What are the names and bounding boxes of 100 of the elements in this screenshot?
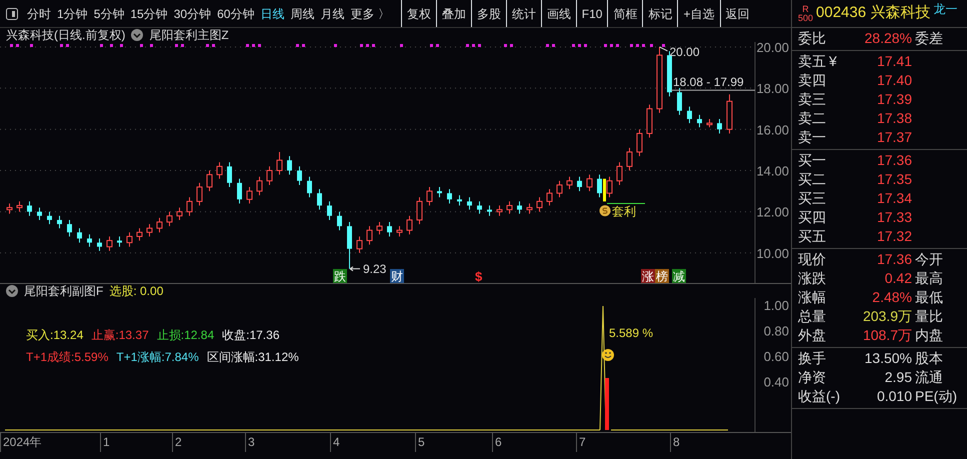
candlestick [337, 211, 342, 231]
dollar-mark: $ [475, 269, 482, 283]
candlestick [416, 196, 422, 225]
signal-line [606, 203, 646, 204]
period-tab[interactable]: 30分钟 [170, 4, 214, 22]
candlestick [297, 166, 302, 186]
panel-toggle-icon[interactable] [6, 8, 18, 20]
toolbar-button[interactable]: 叠加 [436, 0, 471, 27]
toolbar-button[interactable]: 返回 [720, 0, 754, 27]
period-tab[interactable]: 1分钟 [54, 4, 91, 22]
toolbar-button[interactable]: 标记 [642, 0, 678, 27]
chart-title: 兴森科技(日线.前复权) [6, 28, 126, 42]
indicator-name: 尾阳套利主图Z [149, 28, 229, 42]
candlestick [166, 211, 172, 227]
spike-label: 5.589 % [609, 326, 654, 340]
quote-value: 203.9万 [862, 307, 912, 326]
quote-label: 今开 [915, 251, 943, 267]
quote-value: 2.48% [871, 288, 912, 307]
period-tab[interactable]: 月线 [317, 4, 348, 22]
candlestick [156, 217, 162, 233]
toolbar-button[interactable]: 简框 [607, 0, 642, 27]
candlestick [87, 234, 92, 248]
rank-label: R [801, 4, 810, 14]
quote-label: 买一 [798, 152, 826, 168]
candlestick [437, 186, 442, 198]
axis-label: 10.00 [756, 246, 789, 261]
period-tab[interactable]: 分时 [24, 4, 54, 22]
axis-label: 2 [175, 435, 182, 449]
quote-label: 委比 [798, 30, 826, 46]
period-tab[interactable]: 周线 [287, 4, 318, 22]
axis-label: 16.00 [756, 122, 789, 138]
event-tag: 榜 [655, 269, 669, 283]
quote-label: 股本 [915, 350, 943, 366]
toolbar-button[interactable]: F10 [576, 0, 608, 27]
candlestick [687, 106, 692, 124]
low-price-label: 9.23 [350, 262, 386, 276]
candlestick [196, 182, 202, 206]
period-tab[interactable]: 15分钟 [127, 4, 171, 22]
candlestick [276, 151, 282, 176]
candlestick [396, 226, 402, 237]
quote-label: 最高 [915, 270, 943, 286]
quote-value: 17.32 [876, 227, 912, 246]
toolbar-button[interactable]: +自选 [677, 0, 720, 27]
quote-label: 现价 [798, 251, 826, 267]
candlestick [227, 162, 232, 188]
axis-label: 4 [333, 435, 340, 449]
axis-label: 20.00 [756, 42, 789, 55]
event-tag: 涨 [641, 269, 655, 283]
period-tab[interactable]: 日线 [257, 4, 288, 22]
rank-label: 500 [798, 14, 814, 22]
stock-title: 002436 兴森科技 [816, 3, 930, 24]
quote-label: 买五 [798, 228, 826, 244]
candlestick [526, 202, 532, 214]
candlestick [176, 207, 182, 220]
toolbar-button[interactable]: 统计 [506, 0, 541, 27]
period-tab[interactable]: 5分钟 [90, 4, 128, 22]
period-tab[interactable]: 更多 〉 [347, 4, 393, 22]
candlestick [117, 236, 122, 248]
quote-label: 涨幅 [798, 289, 826, 305]
candlestick [586, 174, 592, 192]
quote-label: 净资 [798, 369, 826, 385]
quote-label: 卖一 [798, 129, 826, 145]
stat-value: 区间涨幅:31.12% [206, 349, 299, 366]
quote-label: 收益(-) [798, 388, 840, 404]
candlestick [237, 178, 242, 204]
candlestick [266, 166, 272, 186]
stat-value: T+1成绩:5.59% [26, 349, 108, 366]
candlestick [577, 176, 582, 192]
candlestick [496, 205, 502, 216]
toolbar-button[interactable]: 画线 [540, 0, 576, 27]
candlestick [136, 228, 142, 242]
event-tag: 跌 [333, 269, 347, 283]
candlestick [606, 176, 612, 198]
axis-label: 18.00 [756, 81, 789, 96]
chevron-down-icon[interactable] [6, 285, 18, 297]
candlestick [287, 156, 292, 176]
candlestick [467, 196, 472, 210]
quote-label: 卖二 [798, 110, 826, 126]
axis-label: 0.60 [764, 349, 789, 364]
candlestick [27, 200, 32, 216]
toolbar-button[interactable]: 复权 [400, 0, 436, 27]
quote-label: 卖三 [798, 91, 826, 107]
candlestick [406, 215, 412, 235]
candlestick [97, 238, 102, 252]
candlestick [366, 226, 372, 246]
quote-label: PE(动) [915, 388, 957, 404]
high-price-label: 20.00 [659, 44, 700, 59]
candlestick [697, 114, 702, 128]
quote-value: 17.40 [876, 71, 912, 90]
candlestick [426, 186, 432, 206]
quote-label: 卖五 [798, 53, 826, 69]
toolbar-button[interactable]: 多股 [470, 0, 506, 27]
quote-value: 0.010 [876, 387, 912, 406]
chevron-down-icon[interactable] [131, 29, 144, 41]
candlestick [307, 176, 312, 198]
axis-label: 2024年 [3, 435, 42, 449]
period-tab[interactable]: 60分钟 [214, 4, 258, 22]
quote-label: 委差 [915, 30, 943, 46]
axis-label: 0.40 [764, 374, 789, 390]
quote-value: 13.50% [864, 349, 912, 368]
